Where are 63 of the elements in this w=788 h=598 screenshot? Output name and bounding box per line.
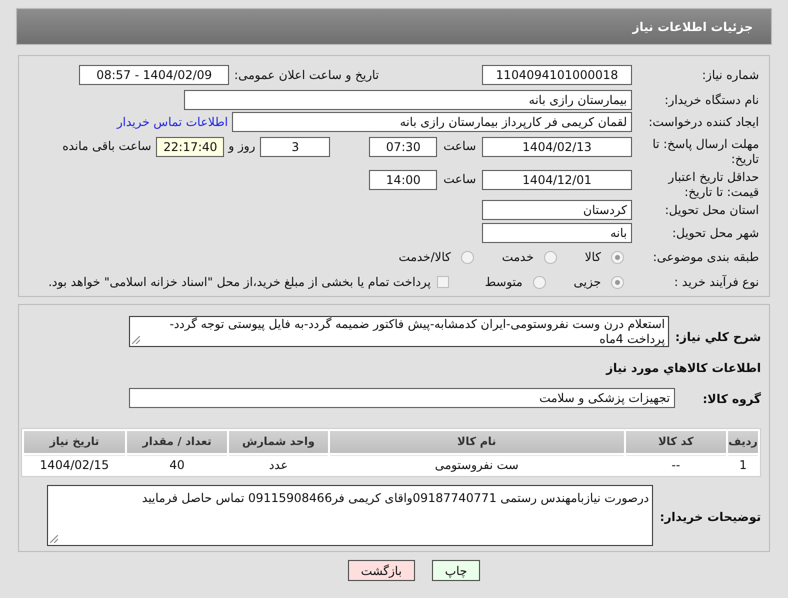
buyer-contact-link[interactable]: اطلاعات تماس خریدار <box>116 113 228 131</box>
checkbox[interactable] <box>436 276 449 288</box>
summary-text-area[interactable]: استعلام درن وست نفروستومی-ایران کدمشابه-پیش فاکتور ضمیمه گردد-به فایل پیوستی توجه گردد-پرداخت 4ماه <box>129 316 669 347</box>
radio-label: کالا/خدمت <box>398 249 451 266</box>
input-field[interactable]: بانه <box>482 223 632 243</box>
field-label: نام دستگاه خریدار: <box>664 92 759 108</box>
field-label: ساعت باقی مانده <box>62 138 152 155</box>
column-header: نام کالا <box>330 431 624 453</box>
radio-label: کالا <box>584 249 601 266</box>
table-cell: 1404/02/15 <box>24 455 125 474</box>
input-field[interactable]: کردستان <box>482 200 632 220</box>
input-field[interactable]: 1404/12/01 <box>482 170 632 190</box>
input-field[interactable]: 1404/02/09 - 08:57 <box>79 65 230 85</box>
resize-grip-icon <box>50 535 58 543</box>
table-cell: -- <box>626 455 726 474</box>
field-label: توضیحات خریدار: <box>660 510 761 524</box>
input-field[interactable]: لقمان کریمی فر کارپرداز بیمارستان رازی بانه <box>232 112 632 132</box>
input-field[interactable]: 1104094101000018 <box>482 65 632 85</box>
field-label: استان محل تحویل: <box>664 202 759 218</box>
table-cell: ست نفروستومی <box>330 455 624 474</box>
input-field[interactable]: تجهیزات پزشکی و سلامت <box>129 388 675 408</box>
column-header: ردیف <box>728 431 758 453</box>
header-title: جزئیات اطلاعات نیاز <box>632 18 753 36</box>
field-label: مهلت ارسال پاسخ: تا تاریخ: <box>651 137 759 167</box>
column-header: تعداد / مقدار <box>126 431 228 453</box>
table-cell: 1 <box>728 455 758 474</box>
input-field[interactable]: 07:30 <box>369 137 438 157</box>
input-field[interactable]: 14:00 <box>369 170 438 190</box>
resize-grip-icon <box>132 336 140 344</box>
field-label: روز و <box>228 138 256 155</box>
field-label: تاریخ و ساعت اعلان عمومی: <box>234 67 379 84</box>
table-cell: 40 <box>126 455 228 474</box>
radio-label: خدمت <box>502 249 534 266</box>
field-label: اطلاعات كالاهاي مورد نياز <box>606 361 761 375</box>
field-label: ایجاد کننده درخواست: <box>648 114 759 130</box>
radio-button[interactable] <box>611 276 624 288</box>
radio-label: جزیی <box>574 274 601 291</box>
table-cell: عدد <box>229 455 328 474</box>
checkbox-label: پرداخت تمام یا بخشی از مبلغ خرید،از محل "اسناد خزانه اسلامی" خواهد بود. <box>48 274 431 291</box>
field-label: ساعت <box>443 138 476 155</box>
field-label: نوع فرآیند خرید : <box>674 274 759 290</box>
column-header: تاریخ نیاز <box>24 431 125 453</box>
field-label: ساعت <box>443 171 476 188</box>
column-header: کد کالا <box>626 431 726 453</box>
radio-label: متوسط <box>484 274 523 291</box>
input-field[interactable]: 1404/02/13 <box>482 137 632 157</box>
input-field[interactable]: بیمارستان رازی بانه <box>184 90 632 110</box>
input-field[interactable]: 3 <box>260 137 330 157</box>
back-button[interactable]: بازگشت <box>348 560 415 581</box>
radio-button[interactable] <box>611 250 624 264</box>
print-button[interactable]: چاپ <box>432 560 480 581</box>
field-label: گروه کالا: <box>702 392 761 406</box>
radio-button[interactable] <box>544 250 557 264</box>
input-field[interactable]: 22:17:40 <box>156 137 224 157</box>
radio-button[interactable] <box>532 276 546 288</box>
field-label: طبقه بندی موضوعی: <box>652 250 759 264</box>
field-label: شرح كلي نياز: <box>675 330 761 344</box>
field-label: شماره نیاز: <box>702 68 759 82</box>
field-label: شهر محل تحویل: <box>672 226 759 240</box>
column-header: واحد شمارش <box>229 431 328 453</box>
field-label: حداقل تاریخ اعتبار قیمت: تا تاریخ: <box>666 170 759 200</box>
buyer-notes-text-area[interactable]: درصورت نیازبامهندس رستمی 09187740771واقای کریمی فر09115908466 تماس حاصل فرمایید <box>47 485 653 546</box>
radio-button[interactable] <box>460 250 474 264</box>
